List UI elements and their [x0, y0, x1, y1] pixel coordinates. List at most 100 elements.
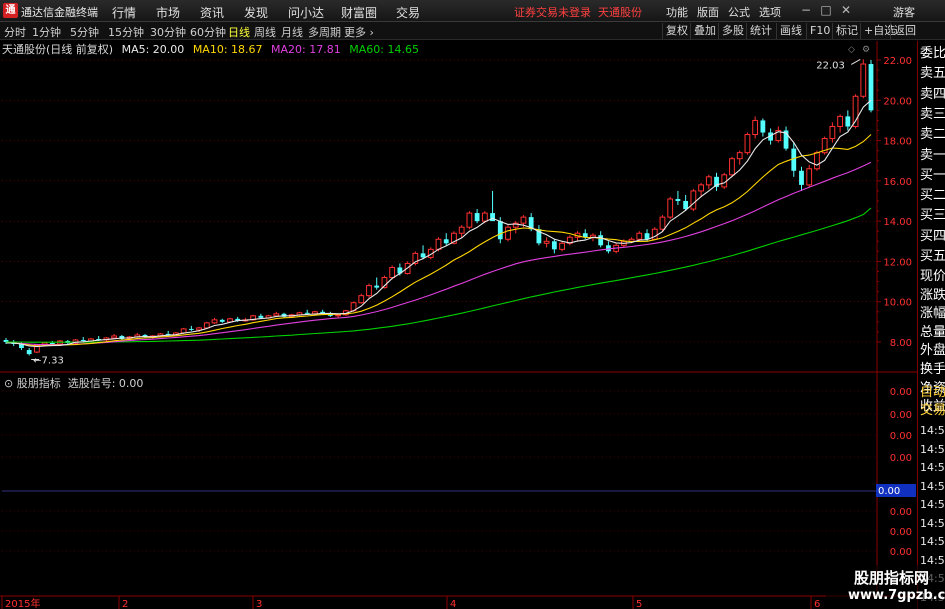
high-price-label: 22.03 — [816, 60, 845, 71]
period-15min[interactable]: 15分钟 — [108, 24, 144, 40]
notice-stock: 天通股份 — [598, 6, 642, 19]
f10-button[interactable]: F10 — [806, 23, 833, 39]
date-axis-label: 6 — [814, 599, 820, 609]
candle-body-down — [219, 319, 225, 322]
candle-body-down — [420, 253, 426, 258]
order-book-label: 买一 — [920, 167, 945, 183]
menu-news[interactable]: 资讯 — [200, 4, 224, 21]
chart-grid — [2, 59, 881, 552]
indicator-header: ⊙ 股朋指标 选股信号: 0.00 — [4, 375, 143, 391]
candle-body-down — [320, 311, 326, 314]
candle-body-up — [57, 340, 63, 345]
indicator-axis-label: 0.00 — [890, 527, 912, 538]
period-daily[interactable]: 日线 — [228, 24, 250, 40]
menu-layout[interactable]: 版面 — [697, 4, 719, 20]
candle-body-up — [358, 295, 365, 304]
indicator-signal: 选股信号: 0.00 — [67, 377, 144, 390]
menu-wealth-circle[interactable]: 财富圈 — [341, 4, 377, 21]
menu-market-quotes[interactable]: 行情 — [112, 4, 136, 21]
date-axis-label: 2 — [122, 599, 128, 609]
price-axis-label: 12.00 — [883, 257, 912, 268]
indicator-axis-label: 0.00 — [890, 507, 912, 518]
candle-body-down — [19, 344, 24, 349]
menu-formula[interactable]: 公式 — [728, 4, 750, 20]
candle-body-up — [566, 236, 573, 244]
menu-trade[interactable]: 交易 — [396, 4, 420, 21]
time-label: 14:56 — [920, 424, 945, 437]
candle-body-down — [497, 221, 503, 240]
minimize-icon[interactable]: − — [798, 3, 814, 18]
period-multi[interactable]: 多周期 — [308, 24, 341, 40]
candle-body-down — [598, 235, 604, 246]
candle-body-up — [837, 115, 844, 127]
candle-body-up — [273, 313, 280, 317]
candle-body-up — [203, 322, 210, 329]
candle-body-up — [41, 342, 48, 346]
indicator-settings-icon[interactable]: ⊙ — [4, 377, 13, 390]
candle-body-down — [845, 116, 851, 127]
period-tick[interactable]: 分时 — [4, 24, 26, 40]
overlay-button[interactable]: 叠加 — [690, 23, 719, 39]
candle-body-up — [389, 266, 396, 279]
mark-button[interactable]: 标记 — [832, 23, 861, 39]
candle-body-up — [721, 174, 728, 188]
period-30min[interactable]: 30分钟 — [150, 24, 186, 40]
statistics-button[interactable]: 统计 — [746, 23, 775, 39]
menu-functions[interactable]: 功能 — [666, 4, 688, 20]
settings-icon: ⚙ — [862, 45, 870, 55]
indicator-current-value: 0.00 — [878, 486, 900, 497]
candle-body-up — [111, 335, 118, 339]
watermark: 股朋指标网 www.7gpzb.com — [826, 565, 945, 609]
menu-market[interactable]: 市场 — [156, 4, 180, 21]
candle-body-down — [783, 130, 789, 149]
candle-body-down — [606, 245, 611, 252]
indicator-axis-label: 0.00 — [890, 453, 912, 464]
menu-ask[interactable]: 问小达 — [288, 4, 324, 21]
candle-body-up — [242, 319, 249, 322]
period-60min[interactable]: 60分钟 — [190, 24, 226, 40]
period-1min[interactable]: 1分钟 — [32, 24, 61, 40]
ma-lines — [6, 99, 872, 348]
candle-body-up — [366, 285, 372, 297]
menu-discover[interactable]: 发现 — [244, 4, 268, 21]
candle-body-up — [806, 168, 813, 186]
time-label: 14:56 — [920, 479, 945, 493]
candle-body-up — [381, 277, 388, 289]
close-icon[interactable]: ✕ — [838, 3, 854, 18]
adjust-button[interactable]: 复权 — [662, 23, 691, 39]
candle-body-down — [551, 241, 557, 250]
candle-body-down — [714, 176, 719, 187]
candle-body-up — [574, 232, 581, 238]
menu-options[interactable]: 选项 — [759, 4, 781, 20]
period-5min[interactable]: 5分钟 — [70, 24, 99, 40]
indicator-name[interactable]: 股朋指标 — [17, 377, 61, 390]
candle-body-up — [543, 240, 550, 244]
period-more[interactable]: 更多 › — [344, 24, 374, 40]
candle-body-up — [651, 228, 658, 240]
candle-body-down — [188, 328, 194, 330]
candle-body-up — [613, 244, 620, 252]
user-label[interactable]: 游客 — [893, 4, 915, 20]
period-monthly[interactable]: 月线 — [281, 24, 303, 40]
multi-stock-button[interactable]: 多股 — [718, 23, 747, 39]
draw-line-button[interactable]: 画线 — [776, 23, 805, 39]
back-button[interactable]: 返回 — [890, 23, 919, 39]
order-book-label: 卖三 — [920, 106, 945, 122]
candle-body-up — [211, 319, 218, 324]
watermark-title: 股朋指标网 — [854, 569, 930, 587]
candle-body-up — [134, 334, 141, 338]
order-book-label: 卖四 — [920, 86, 945, 102]
candle-body-up — [814, 152, 820, 170]
candle-body-up — [435, 238, 442, 250]
app-logo-icon: 通 — [3, 3, 18, 18]
candle-body-down — [281, 313, 287, 317]
trade-mode-label: 交易 — [920, 403, 945, 418]
maximize-icon[interactable]: □ — [818, 3, 834, 18]
trade-mode-label: 自动 — [920, 385, 945, 400]
stat-label: 外盘 — [920, 343, 945, 359]
login-notice[interactable]: 证券交易未登录 天通股份 — [514, 4, 642, 20]
period-weekly[interactable]: 周线 — [254, 24, 276, 40]
candle-body-up — [265, 315, 272, 319]
candle-body-up — [196, 327, 202, 331]
candle-body-up — [103, 337, 110, 341]
